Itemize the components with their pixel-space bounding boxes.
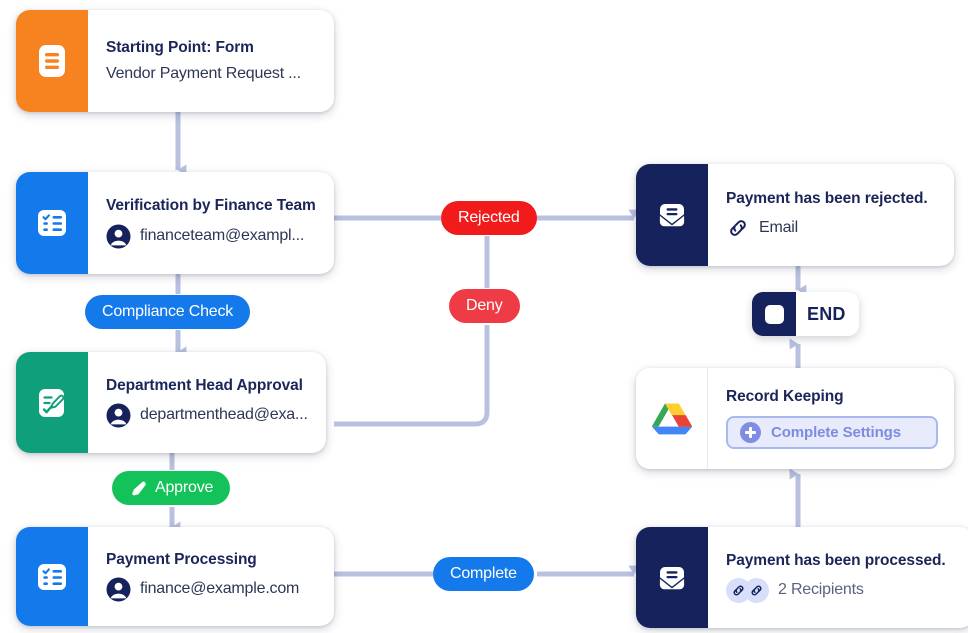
person-avatar-icon bbox=[106, 403, 131, 428]
node-subtitle-text: departmenthead@exa... bbox=[140, 406, 308, 424]
node-subtitle: financeteam@exampl... bbox=[106, 224, 320, 249]
complete-settings-label: Complete Settings bbox=[771, 423, 901, 441]
node-rejected-email[interactable]: Payment has been rejected. Email bbox=[636, 164, 954, 266]
recipient-avatars bbox=[726, 578, 769, 604]
label-text: Rejected bbox=[458, 209, 520, 226]
label-text: Complete bbox=[450, 565, 517, 582]
link-icon bbox=[744, 578, 769, 604]
node-body: Department Head Approval departmenthead@… bbox=[88, 352, 326, 453]
stop-square-icon bbox=[752, 292, 796, 336]
node-subtitle: Email bbox=[726, 216, 940, 240]
stamp-icon bbox=[132, 481, 146, 495]
node-title: Payment Processing bbox=[106, 550, 257, 568]
node-title: Department Head Approval bbox=[106, 376, 303, 394]
end-badge[interactable]: END bbox=[752, 292, 859, 336]
node-title: Record Keeping bbox=[726, 388, 844, 406]
link-icon bbox=[730, 220, 746, 236]
envelope-icon bbox=[636, 527, 708, 628]
node-subtitle-text: 2 Recipients bbox=[778, 581, 864, 599]
person-avatar-icon bbox=[106, 224, 131, 249]
label-text: Approve bbox=[155, 479, 214, 496]
label-approve[interactable]: Approve bbox=[112, 471, 231, 505]
node-body: Verification by Finance Team financeteam… bbox=[88, 172, 334, 274]
node-department-head-approval[interactable]: Department Head Approval departmenthead@… bbox=[16, 352, 326, 453]
complete-settings-button[interactable]: Complete Settings bbox=[726, 415, 938, 449]
node-subtitle-text: finance@example.com bbox=[140, 580, 300, 598]
node-subtitle: finance@example.com bbox=[106, 577, 320, 602]
node-subtitle: Vendor Payment Request ... bbox=[106, 65, 320, 83]
node-processed-email[interactable]: Payment has been processed. 2 Recipients bbox=[636, 527, 968, 628]
node-subtitle: departmenthead@exa... bbox=[106, 403, 312, 428]
label-rejected[interactable]: Rejected bbox=[441, 201, 537, 235]
label-text: Deny bbox=[466, 297, 503, 314]
node-subtitle-text: financeteam@exampl... bbox=[140, 226, 305, 244]
node-subtitle: 2 Recipients bbox=[726, 578, 960, 604]
node-payment-processing[interactable]: Payment Processing finance@example.com bbox=[16, 527, 334, 626]
node-body: Payment has been rejected. Email bbox=[708, 164, 954, 266]
node-body: Payment has been processed. 2 Recipients bbox=[708, 527, 968, 628]
person-avatar-icon bbox=[106, 577, 131, 602]
node-subtitle-text: Email bbox=[759, 218, 799, 236]
node-verification-finance-team[interactable]: Verification by Finance Team financeteam… bbox=[16, 172, 334, 274]
node-title: Verification by Finance Team bbox=[106, 197, 316, 215]
google-drive-icon bbox=[636, 368, 708, 469]
checklist-icon bbox=[16, 527, 88, 626]
node-starting-point[interactable]: Starting Point: Form Vendor Payment Requ… bbox=[16, 10, 334, 112]
workflow-canvas: Starting Point: Form Vendor Payment Requ… bbox=[0, 0, 968, 633]
label-deny[interactable]: Deny bbox=[449, 289, 520, 323]
checklist-icon bbox=[16, 172, 88, 274]
node-record-keeping[interactable]: Record Keeping Complete Settings bbox=[636, 368, 954, 469]
label-text: Compliance Check bbox=[102, 303, 234, 320]
node-subtitle-text: Vendor Payment Request ... bbox=[106, 64, 301, 82]
label-compliance-check[interactable]: Compliance Check bbox=[85, 295, 251, 329]
node-body: Starting Point: Form Vendor Payment Requ… bbox=[88, 10, 334, 112]
signature-document-icon bbox=[16, 352, 88, 453]
node-title: Payment has been processed. bbox=[726, 551, 946, 569]
node-title: Payment has been rejected. bbox=[726, 189, 928, 207]
envelope-icon bbox=[636, 164, 708, 266]
end-label: END bbox=[807, 303, 846, 324]
form-document-icon bbox=[16, 10, 88, 112]
node-title: Starting Point: Form bbox=[106, 38, 254, 56]
label-complete[interactable]: Complete bbox=[433, 557, 534, 591]
node-body: Payment Processing finance@example.com bbox=[88, 527, 334, 626]
plus-circle-icon bbox=[740, 421, 761, 443]
node-body: Record Keeping Complete Settings bbox=[708, 368, 954, 469]
